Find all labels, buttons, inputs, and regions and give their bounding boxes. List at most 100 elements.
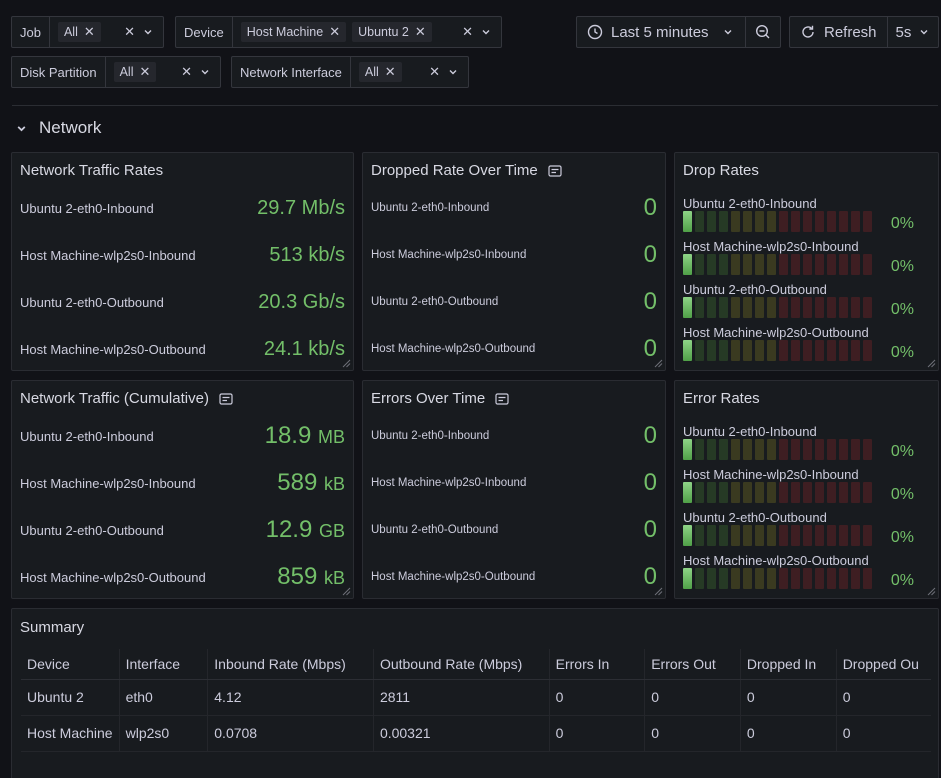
gauge-item: Ubuntu 2-eth0-Inbound 0% [683, 424, 930, 466]
stat-name: Host Machine-wlp2s0-Inbound [20, 247, 196, 263]
variable-label: Network Interface [232, 57, 351, 87]
stat-value: 0 [643, 422, 657, 449]
close-icon[interactable]: ✕ [181, 64, 192, 80]
chevron-down-icon[interactable] [481, 27, 491, 37]
panel-dropped-rate-over-time[interactable]: Dropped Rate Over Time Ubuntu 2-eth0-Inb… [362, 152, 666, 371]
time-range-button[interactable]: Last 5 minutes [577, 17, 745, 47]
column-header[interactable]: Inbound Rate (Mbps) [207, 649, 374, 680]
variable-device[interactable]: Device Host Machine ✕ Ubuntu 2 ✕ ✕ [175, 16, 502, 48]
gauge-cell [839, 211, 848, 232]
stat-name: Host Machine-wlp2s0-Outbound [20, 569, 206, 585]
variable-label: Device [176, 17, 233, 47]
variable-job[interactable]: Job All ✕ ✕ [11, 16, 164, 48]
stat-item: Ubuntu 2-eth0-Inbound 0 [371, 193, 657, 223]
gauge-cell [755, 439, 764, 460]
chevron-down-icon[interactable] [448, 67, 458, 77]
panel-title[interactable]: Dropped Rate Over Time [371, 162, 562, 179]
resize-handle-icon[interactable] [927, 359, 936, 368]
close-icon[interactable]: ✕ [429, 64, 440, 80]
variable-disk-partition[interactable]: Disk Partition All ✕ ✕ [11, 56, 221, 88]
variable-value-chip[interactable]: Ubuntu 2 ✕ [352, 22, 432, 42]
resize-handle-icon[interactable] [342, 359, 351, 368]
resize-handle-icon[interactable] [927, 587, 936, 596]
time-range-label: Last 5 minutes [611, 23, 709, 41]
panel-title[interactable]: Network Traffic (Cumulative) [20, 390, 233, 407]
column-header[interactable]: Device [21, 649, 120, 680]
gauge-cell [779, 297, 788, 318]
variable-value-chip[interactable]: All ✕ [113, 62, 157, 82]
refresh-picker[interactable]: Refresh 5s [789, 16, 939, 48]
table-cell: 0 [739, 679, 837, 716]
close-icon[interactable]: ✕ [385, 64, 396, 80]
close-icon[interactable]: ✕ [462, 24, 473, 40]
gauge-cell [743, 211, 752, 232]
gauge-item: Ubuntu 2-eth0-Outbound 0% [683, 510, 930, 552]
gauge-cell [839, 525, 848, 546]
column-header[interactable]: Errors Out [644, 649, 741, 680]
resize-handle-icon[interactable] [654, 587, 663, 596]
close-icon[interactable]: ✕ [139, 64, 150, 80]
table-cell: 0.00321 [372, 715, 550, 752]
info-icon[interactable] [495, 392, 509, 405]
time-picker[interactable]: Last 5 minutes [576, 16, 781, 48]
row-header-network[interactable]: Network [16, 118, 101, 138]
panel-drop-rates[interactable]: Drop Rates Ubuntu 2-eth0-Inbound 0% Host … [674, 152, 939, 371]
chevron-down-icon[interactable] [16, 123, 27, 134]
close-icon[interactable]: ✕ [84, 24, 95, 40]
chevron-down-icon[interactable] [143, 27, 153, 37]
refresh-interval-dropdown[interactable]: 5s [886, 17, 938, 47]
resize-handle-icon[interactable] [342, 587, 351, 596]
info-icon[interactable] [548, 164, 562, 177]
close-icon[interactable]: ✕ [415, 24, 426, 40]
panel-title[interactable]: Drop Rates [683, 162, 759, 179]
table-header-row: Device Interface Inbound Rate (Mbps) Out… [21, 649, 931, 680]
panel-title[interactable]: Summary [20, 619, 84, 636]
column-header[interactable]: Errors In [548, 649, 645, 680]
variable-value-chip[interactable]: All ✕ [57, 22, 101, 42]
panel-title[interactable]: Network Traffic Rates [20, 162, 163, 179]
gauge-cell [851, 439, 860, 460]
gauge-cell [755, 525, 764, 546]
gauge-value: 0% [890, 344, 914, 361]
column-header[interactable]: Outbound Rate (Mbps) [372, 649, 550, 680]
variable-network-interface[interactable]: Network Interface All ✕ ✕ [231, 56, 469, 88]
panel-title[interactable]: Error Rates [683, 390, 760, 407]
gauge-cells [683, 568, 872, 589]
panel-title[interactable]: Errors Over Time [371, 390, 509, 407]
gauge-cell [779, 211, 788, 232]
stat-name: Host Machine-wlp2s0-Outbound [371, 571, 536, 583]
close-icon[interactable]: ✕ [329, 24, 340, 40]
gauge-cell [695, 340, 704, 361]
resize-handle-icon[interactable] [654, 359, 663, 368]
gauge-cell [683, 525, 692, 546]
panel-title-text: Summary [20, 619, 85, 636]
chevron-down-icon[interactable] [200, 67, 210, 77]
variable-label: Disk Partition [12, 57, 106, 87]
gauge-cell [755, 254, 764, 275]
column-header[interactable]: Dropped Ou [835, 649, 931, 680]
panel-network-traffic-rates[interactable]: Network Traffic Rates Ubuntu 2-eth0-Inbo… [11, 152, 354, 371]
column-header[interactable]: Interface [118, 649, 208, 680]
zoom-out-button[interactable] [744, 17, 780, 47]
gauge-cell [707, 525, 716, 546]
gauge-cell [827, 254, 836, 275]
close-icon[interactable]: ✕ [124, 24, 135, 40]
stat-item: Ubuntu 2-eth0-Outbound 0 [371, 287, 657, 317]
chip-label: Host Machine [246, 25, 324, 39]
gauge-cell [731, 439, 740, 460]
gauge-cell [839, 482, 848, 503]
gauge-cell [791, 340, 800, 361]
stat-unit: kB [323, 474, 345, 494]
info-icon[interactable] [219, 392, 233, 405]
gauge-cell [731, 340, 740, 361]
refresh-button[interactable]: Refresh [790, 17, 887, 47]
variable-value-chip[interactable]: Host Machine ✕ [240, 22, 347, 42]
variable-value-chip[interactable]: All ✕ [358, 62, 402, 82]
stat-name: Host Machine-wlp2s0-Inbound [371, 477, 527, 489]
panel-error-rates[interactable]: Error Rates Ubuntu 2-eth0-Inbound 0% Host… [674, 380, 939, 599]
panel-errors-over-time[interactable]: Errors Over Time Ubuntu 2-eth0-Inbound 0 … [362, 380, 666, 599]
gauge-cell [767, 568, 776, 589]
panel-network-traffic-cumulative[interactable]: Network Traffic (Cumulative) Ubuntu 2-et… [11, 380, 354, 599]
column-header[interactable]: Dropped In [739, 649, 837, 680]
panel-summary[interactable]: Summary Device Interface Inbound Rate (M… [11, 608, 939, 778]
